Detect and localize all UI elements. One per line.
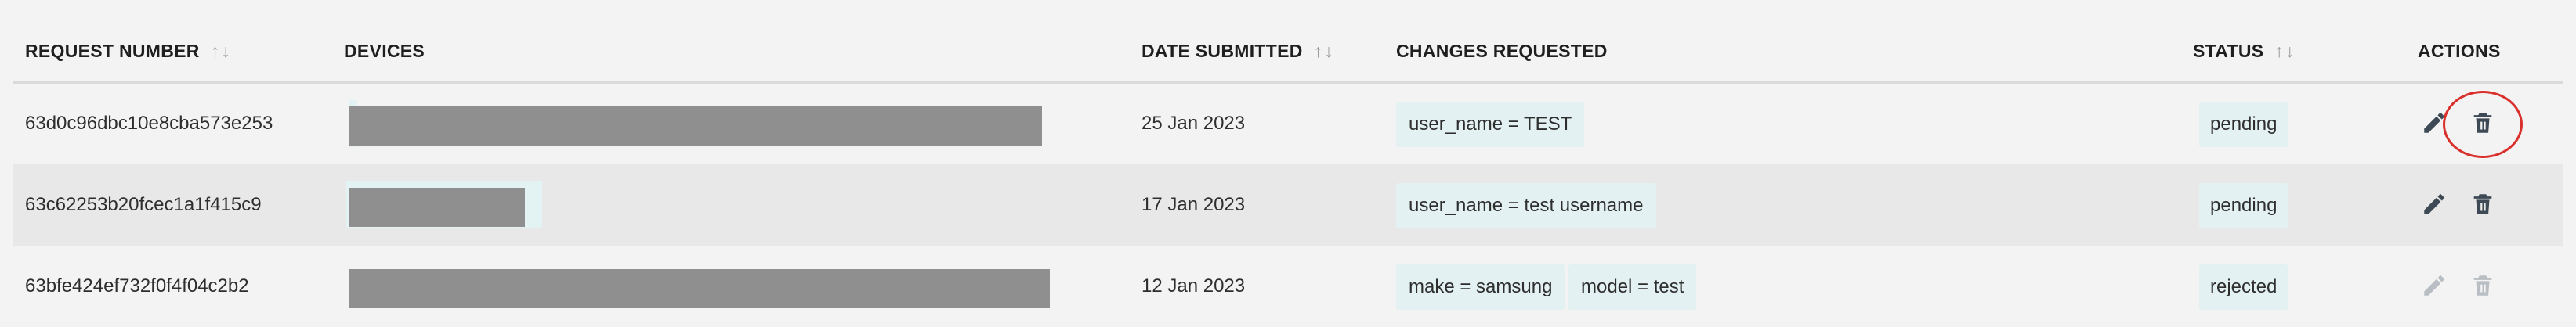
trash-icon: [2469, 272, 2496, 299]
status-badge: pending: [2199, 183, 2288, 228]
column-header-label: ACTIONS: [2418, 41, 2501, 61]
change-requests-table: REQUEST NUMBER ↑↓ DEVICES DATE SUBMITTED ↑…: [0, 0, 2576, 327]
sort-icon[interactable]: ↑↓: [211, 41, 232, 61]
column-header-devices: DEVICES: [344, 41, 425, 62]
column-header-label: STATUS: [2193, 41, 2264, 61]
sort-icon[interactable]: ↑↓: [1314, 41, 1335, 61]
highlight-circle-annotation: [2443, 91, 2523, 158]
column-header-label: DATE SUBMITTED: [1141, 41, 1303, 61]
table-header: REQUEST NUMBER ↑↓ DEVICES DATE SUBMITTED ↑…: [13, 0, 2563, 84]
table-row[interactable]: 63bfe424ef732f0f4f04c2b2 12 Jan 2023 mak…: [13, 246, 2563, 327]
redacted-device: [349, 188, 525, 227]
trash-icon[interactable]: [2469, 191, 2496, 217]
sort-icon[interactable]: ↑↓: [2274, 41, 2296, 61]
request-number: 63bfe424ef732f0f4f04c2b2: [25, 275, 249, 296]
pencil-icon[interactable]: [2421, 191, 2448, 217]
change-chip: user_name = TEST: [1396, 102, 1585, 147]
column-header-changes-requested: CHANGES REQUESTED: [1396, 41, 1608, 62]
column-header-label: DEVICES: [344, 41, 425, 61]
redacted-device: [349, 269, 1050, 308]
column-header-label: CHANGES REQUESTED: [1396, 41, 1608, 61]
change-chip: make = samsung: [1396, 264, 1565, 310]
status-badge: pending: [2199, 102, 2288, 147]
pencil-icon-glyph: [2424, 275, 2444, 296]
request-number: 63d0c96dbc10e8cba573e253: [25, 113, 273, 134]
column-header-actions: ACTIONS: [2418, 41, 2501, 62]
column-header-label: REQUEST NUMBER: [25, 41, 200, 61]
date-submitted: 12 Jan 2023: [1141, 275, 1246, 296]
change-chip: model = test: [1568, 264, 1697, 310]
column-header-request-number[interactable]: REQUEST NUMBER ↑↓: [25, 41, 232, 62]
trash-icon-glyph: [2473, 194, 2492, 214]
column-header-date-submitted[interactable]: DATE SUBMITTED ↑↓: [1141, 41, 1335, 62]
date-submitted: 17 Jan 2023: [1141, 194, 1246, 215]
pencil-icon: [2421, 272, 2448, 299]
request-number: 63c62253b20fcec1a1f415c9: [25, 194, 262, 215]
date-submitted: 25 Jan 2023: [1141, 113, 1246, 134]
trash-icon-glyph: [2473, 275, 2492, 296]
table-row[interactable]: 63d0c96dbc10e8cba573e253 25 Jan 2023 use…: [13, 83, 2563, 164]
pencil-icon-glyph: [2424, 194, 2444, 214]
table-row[interactable]: 63c62253b20fcec1a1f415c9 17 Jan 2023 use…: [13, 164, 2563, 246]
redacted-device: [349, 106, 1042, 146]
column-header-status[interactable]: STATUS ↑↓: [2193, 41, 2296, 62]
status-badge: rejected: [2199, 264, 2288, 310]
change-chip: user_name = test username: [1396, 183, 1656, 228]
